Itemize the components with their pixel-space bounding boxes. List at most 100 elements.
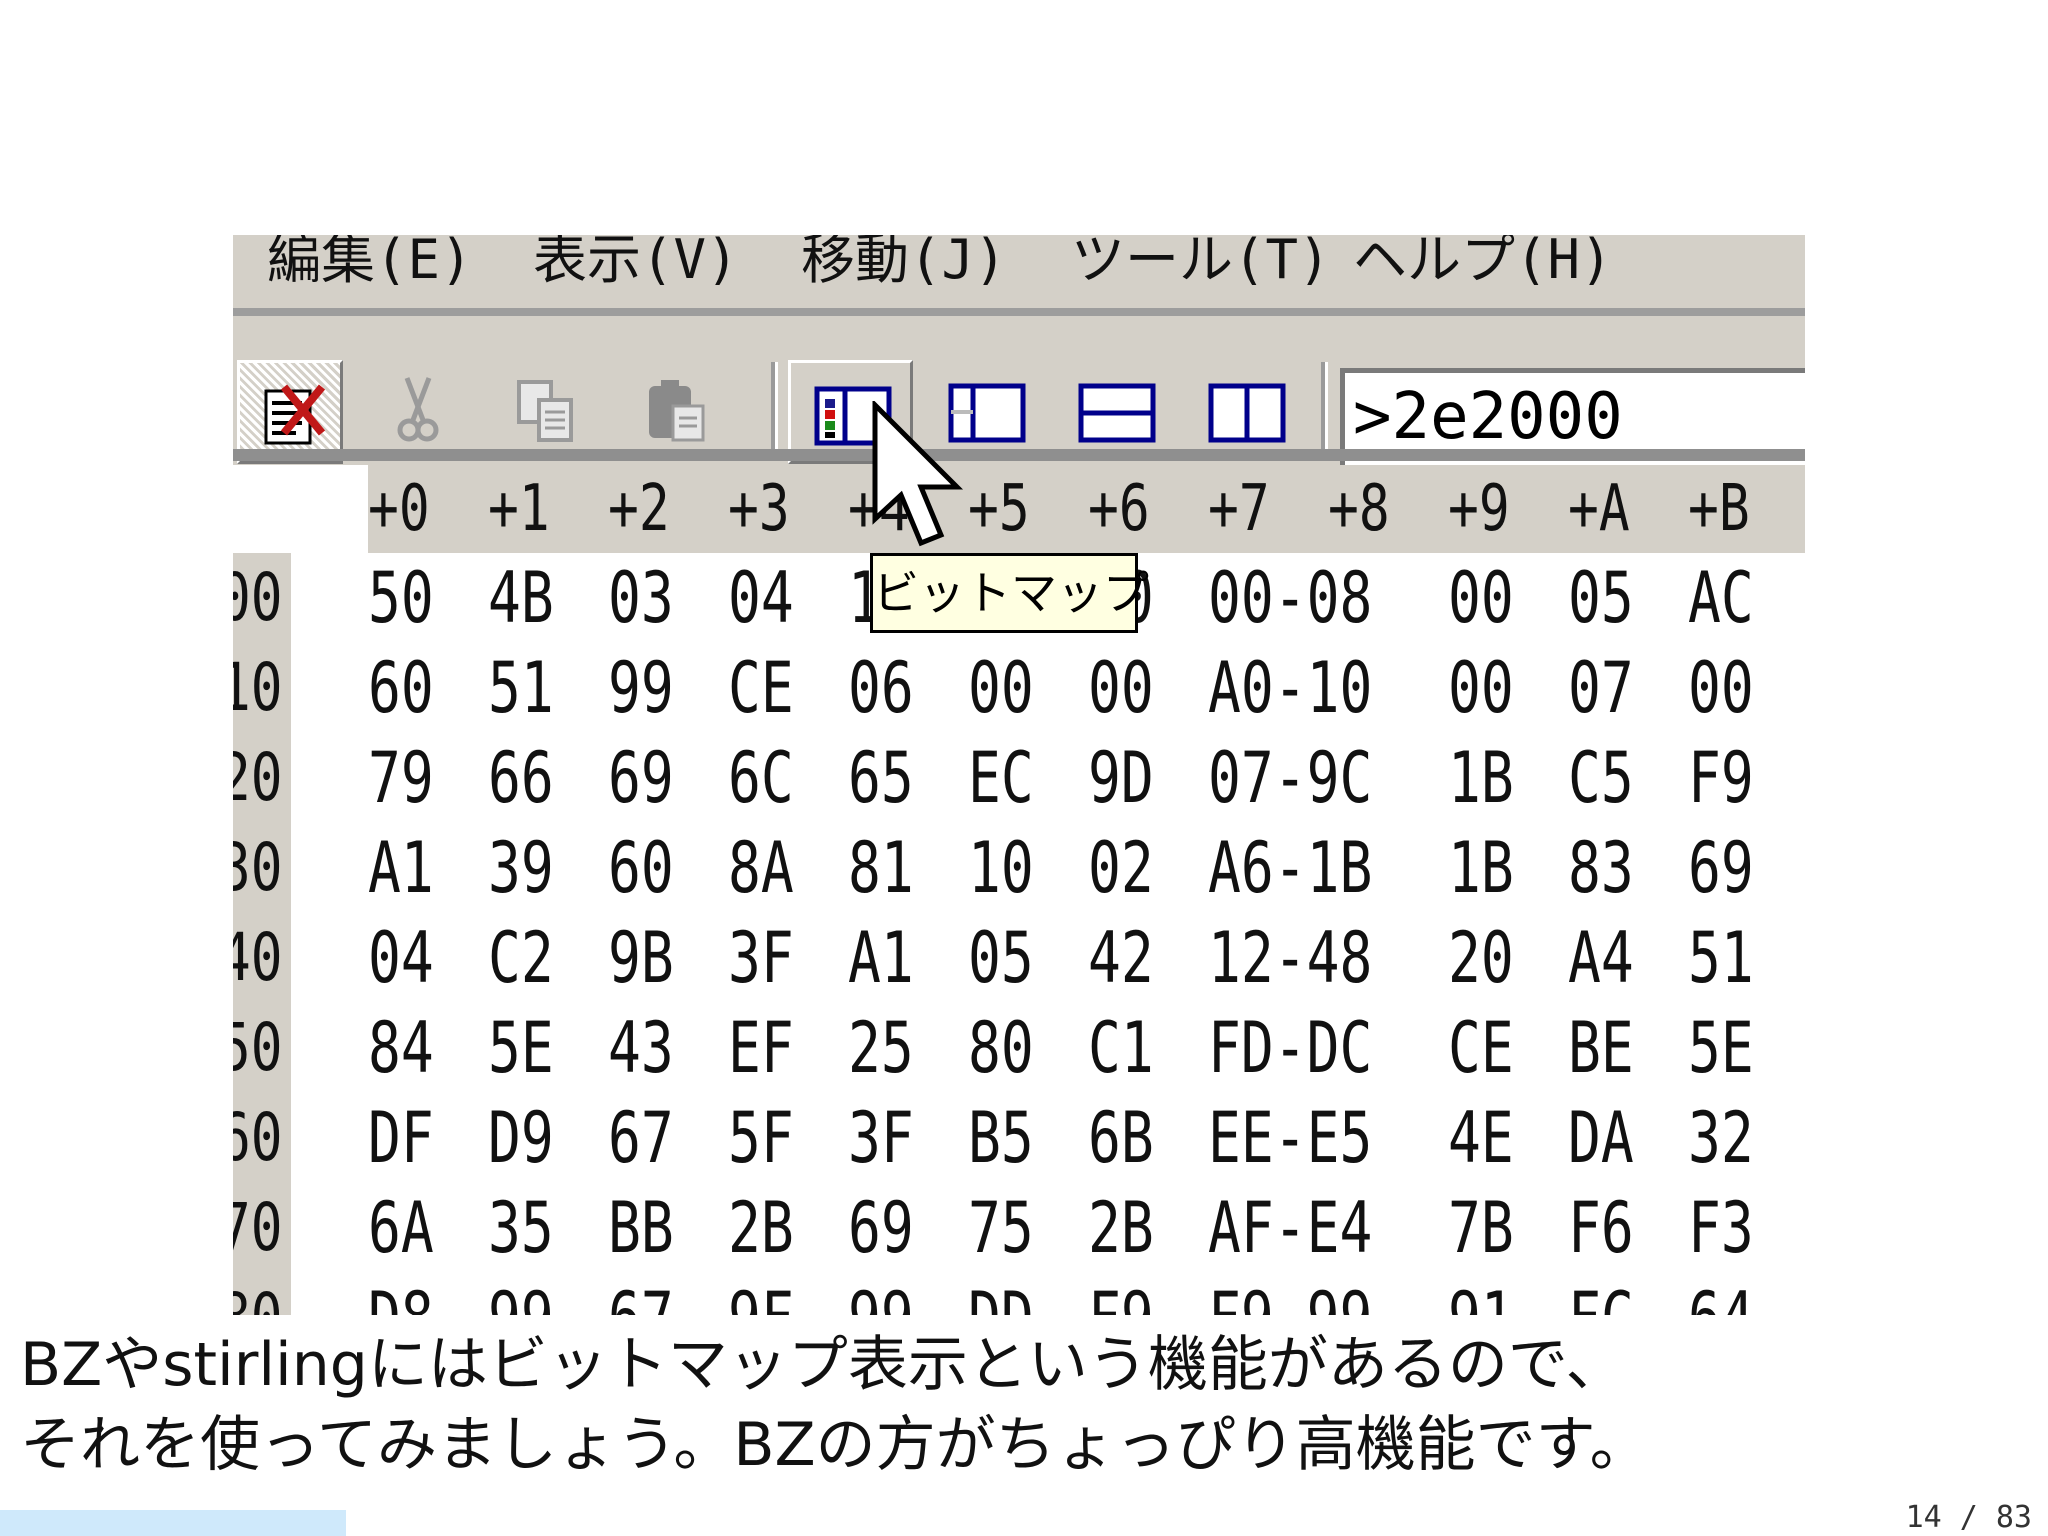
hex-byte-cell[interactable]: 7B (1448, 1183, 1514, 1273)
hex-byte-cell[interactable]: 9F (728, 1273, 794, 1315)
hex-byte-cell[interactable]: FD-DC (1208, 1003, 1372, 1093)
hex-byte-cell[interactable]: EF (728, 1003, 794, 1093)
hex-byte-cell[interactable]: 99 (608, 643, 674, 733)
hex-byte-cell[interactable]: BE (1568, 1003, 1634, 1093)
hex-byte-cell[interactable]: 07-9C (1208, 733, 1372, 823)
hex-byte-cell[interactable]: 66 (488, 733, 554, 823)
hex-byte-cell[interactable]: F3 (1688, 1183, 1754, 1273)
hex-byte-cell[interactable]: 2B (1088, 1183, 1154, 1273)
hex-byte-cell[interactable]: 00 (1448, 643, 1514, 733)
hex-byte-cell[interactable]: 42 (1088, 913, 1154, 1003)
hex-byte-cell[interactable]: 99 (488, 1273, 554, 1315)
hex-byte-cell[interactable]: 51 (488, 643, 554, 733)
hex-byte-cell[interactable]: C2 (488, 913, 554, 1003)
hex-byte-cell[interactable]: 00 (968, 643, 1034, 733)
hex-byte-cell[interactable]: 02 (1088, 823, 1154, 913)
hex-byte-cell[interactable]: AC (1688, 553, 1754, 643)
hex-byte-cell[interactable]: 67 (608, 1273, 674, 1315)
hex-byte-cell[interactable]: DD (968, 1273, 1034, 1315)
hex-byte-cell[interactable]: 00 (1448, 553, 1514, 643)
hex-byte-cell[interactable]: DA (1568, 1093, 1634, 1183)
hex-byte-cell[interactable]: FC (1568, 1273, 1634, 1315)
hex-byte-cell[interactable]: 43 (608, 1003, 674, 1093)
hex-byte-cell[interactable]: DF (368, 1093, 434, 1183)
menu-tools[interactable]: ツール(T) (1071, 235, 1331, 294)
hex-byte-cell[interactable]: F9 (1088, 1273, 1154, 1315)
menu-jump[interactable]: 移動(J) (801, 235, 1007, 294)
hex-byte-cell[interactable]: 05 (1568, 553, 1634, 643)
hex-byte-cell[interactable]: 07 (1568, 643, 1634, 733)
hex-byte-cell[interactable]: 9B (608, 913, 674, 1003)
hex-byte-cell[interactable]: D8 (368, 1273, 434, 1315)
hex-byte-cell[interactable]: B5 (968, 1093, 1034, 1183)
hex-byte-cell[interactable]: A6-1B (1208, 823, 1372, 913)
hex-byte-cell[interactable]: 10 (968, 823, 1034, 913)
hex-byte-cell[interactable]: 80 (968, 1003, 1034, 1093)
hex-byte-cell[interactable]: 60 (368, 643, 434, 733)
hex-byte-cell[interactable]: 35 (488, 1183, 554, 1273)
hex-byte-cell[interactable]: 84 (368, 1003, 434, 1093)
hex-byte-cell[interactable]: 04 (368, 913, 434, 1003)
hex-byte-cell[interactable]: 06 (848, 643, 914, 733)
hex-byte-cell[interactable]: 5F (728, 1093, 794, 1183)
hex-byte-cell[interactable]: 91 (1448, 1273, 1514, 1315)
hex-byte-cell[interactable]: 67 (608, 1093, 674, 1183)
hex-byte-cell[interactable]: 4E (1448, 1093, 1514, 1183)
hex-byte-cell[interactable]: 75 (968, 1183, 1034, 1273)
hex-byte-cell[interactable]: 00 (1088, 643, 1154, 733)
hex-byte-cell[interactable]: A1 (848, 913, 914, 1003)
hex-byte-cell[interactable]: 51 (1688, 913, 1754, 1003)
hex-byte-cell[interactable]: 39 (488, 823, 554, 913)
hex-byte-cell[interactable]: F9 (1688, 733, 1754, 823)
hex-byte-cell[interactable]: 20 (1448, 913, 1514, 1003)
hex-byte-cell[interactable]: A4 (1568, 913, 1634, 1003)
hex-byte-cell[interactable]: A0-10 (1208, 643, 1372, 733)
menu-edit[interactable]: 編集(E) (267, 235, 473, 294)
hex-byte-cell[interactable]: 83 (1568, 823, 1634, 913)
hex-byte-cell[interactable]: 00 (1688, 643, 1754, 733)
hex-byte-cell[interactable]: F6 (1568, 1183, 1634, 1273)
hex-byte-cell[interactable]: 99 (848, 1273, 914, 1315)
hex-byte-cell[interactable]: 79 (368, 733, 434, 823)
hex-byte-cell[interactable]: 69 (608, 733, 674, 823)
hex-byte-cell[interactable]: 65 (848, 733, 914, 823)
hex-byte-cell[interactable]: 03 (608, 553, 674, 643)
hex-byte-cell[interactable]: AF-E4 (1208, 1183, 1372, 1273)
hex-byte-cell[interactable]: EE-E5 (1208, 1093, 1372, 1183)
hex-byte-cell[interactable]: 05 (968, 913, 1034, 1003)
hex-byte-cell[interactable]: 6C (728, 733, 794, 823)
hex-byte-cell[interactable]: 64 (1688, 1273, 1754, 1315)
hex-byte-cell[interactable]: 25 (848, 1003, 914, 1093)
hex-byte-cell[interactable]: BB (608, 1183, 674, 1273)
hex-byte-cell[interactable]: 00-08 (1208, 553, 1372, 643)
hex-byte-cell[interactable]: 81 (848, 823, 914, 913)
hex-byte-cell[interactable]: D9 (488, 1093, 554, 1183)
hex-byte-cell[interactable]: 5E (1688, 1003, 1754, 1093)
hex-byte-cell[interactable]: 6B (1088, 1093, 1154, 1183)
hex-byte-cell[interactable]: 3F (848, 1093, 914, 1183)
hex-byte-cell[interactable]: A1 (368, 823, 434, 913)
hex-byte-cell[interactable]: C1 (1088, 1003, 1154, 1093)
hex-byte-cell[interactable]: CE (1448, 1003, 1514, 1093)
hex-byte-cell[interactable]: 9D (1088, 733, 1154, 823)
hex-byte-cell[interactable]: 4B (488, 553, 554, 643)
hex-byte-cell[interactable]: 5E (488, 1003, 554, 1093)
hex-byte-cell[interactable]: 12-48 (1208, 913, 1372, 1003)
hex-byte-cell[interactable]: 6A (368, 1183, 434, 1273)
hex-byte-cell[interactable]: 1B (1448, 823, 1514, 913)
hex-byte-cell[interactable]: 3F (728, 913, 794, 1003)
hex-byte-cell[interactable]: 69 (848, 1183, 914, 1273)
hex-byte-cell[interactable]: 8A (728, 823, 794, 913)
hex-byte-cell[interactable]: 2B (728, 1183, 794, 1273)
hex-byte-cell[interactable]: EC (968, 733, 1034, 823)
menu-view[interactable]: 表示(V) (533, 235, 739, 294)
hex-byte-cell[interactable]: 60 (608, 823, 674, 913)
hex-byte-cell[interactable]: 1B (1448, 733, 1514, 823)
hex-byte-cell[interactable]: 69 (1688, 823, 1754, 913)
hex-byte-cell[interactable]: C5 (1568, 733, 1634, 823)
hex-byte-cell[interactable]: 32 (1688, 1093, 1754, 1183)
menu-help[interactable]: ヘルプ(H) (1353, 235, 1613, 294)
hex-byte-cell[interactable]: 04 (728, 553, 794, 643)
hex-byte-cell[interactable]: CE (728, 643, 794, 733)
hex-byte-cell[interactable]: 50 (368, 553, 434, 643)
